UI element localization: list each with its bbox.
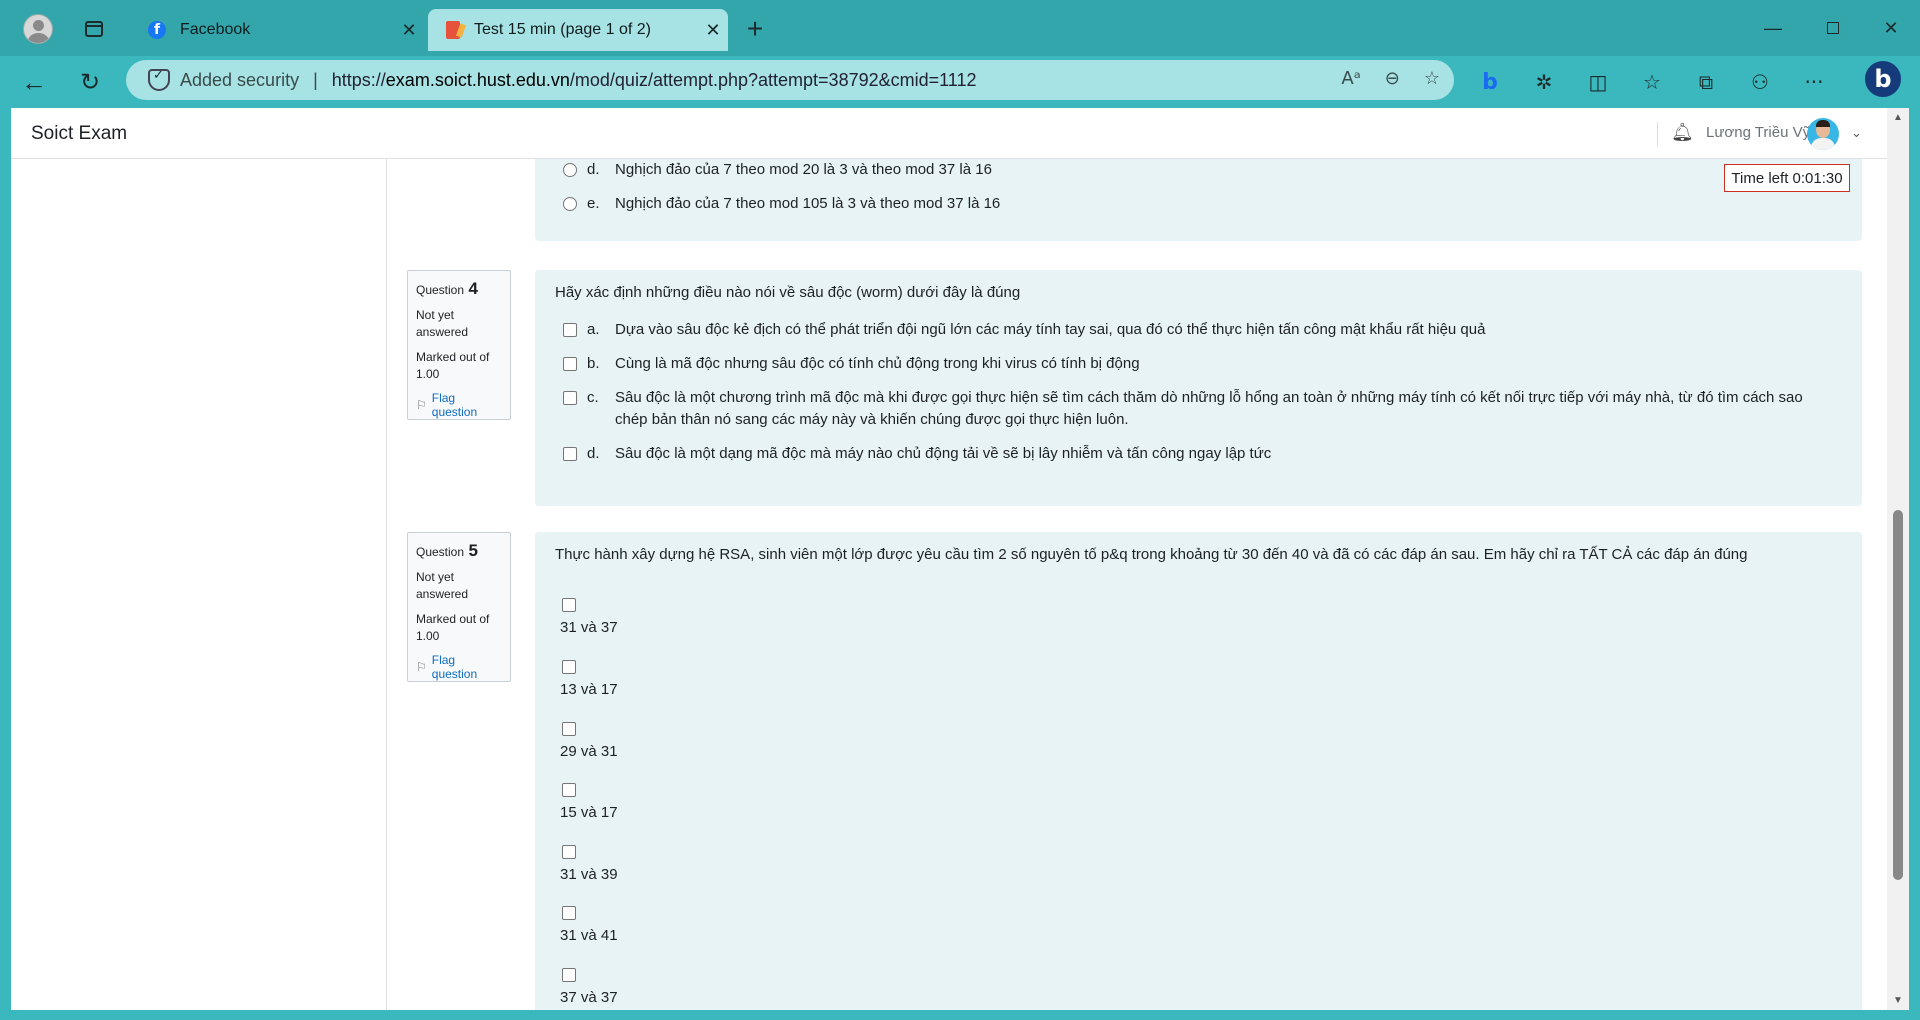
question-grade: Marked out of 1.00	[416, 612, 490, 643]
maximize-button[interactable]	[1810, 8, 1856, 48]
flag-question-link[interactable]: ⚐ Flag question	[416, 653, 502, 681]
maximize-icon	[1827, 22, 1839, 34]
address-bar[interactable]: Added security | https://exam.soict.hust…	[126, 60, 1454, 100]
shield-icon	[148, 68, 170, 91]
bell-icon[interactable]: 🔔︎	[1671, 122, 1694, 143]
question-4-info: Question 4 Not yet answered Marked out o…	[407, 270, 511, 420]
answer-option-e[interactable]: e. Nghịch đảo của 7 theo mod 105 là 3 và…	[563, 193, 1835, 215]
checkbox[interactable]	[563, 447, 577, 461]
security-label: Added security	[180, 69, 300, 90]
chevron-down-icon[interactable]: ⌄	[1851, 125, 1862, 141]
close-window-button[interactable]: ✕	[1868, 8, 1914, 48]
question-state: Not yet answered	[416, 308, 469, 339]
quiz-icon	[446, 21, 460, 39]
question-grade: Marked out of 1.00	[416, 350, 490, 381]
answer-option[interactable]: 31 và 37	[560, 598, 618, 636]
question-4-content: Hãy xác định những điều nào nói về sâu đ…	[535, 270, 1862, 506]
copilot-button[interactable]: b	[1862, 58, 1904, 100]
checkbox[interactable]	[562, 906, 576, 920]
divider	[1657, 122, 1658, 146]
checkbox[interactable]	[563, 357, 577, 371]
add-favorite-icon[interactable]: ☆	[1424, 68, 1440, 89]
radio-button[interactable]	[563, 197, 577, 211]
tab-title: Test 15 min (page 1 of 2)	[474, 21, 651, 38]
workspaces-icon[interactable]: ⚇	[1740, 64, 1780, 100]
split-screen-icon[interactable]: ◫	[1578, 64, 1618, 100]
flag-question-link[interactable]: ⚐ Flag question	[416, 391, 502, 419]
page-viewport: Soict Exam 🔔︎ Lương Triều Vỹ ⌄ Time left…	[11, 108, 1909, 1010]
question-5-content: Thực hành xây dựng hệ RSA, sinh viên một…	[535, 532, 1862, 1010]
checkbox[interactable]	[563, 323, 577, 337]
collections-icon[interactable]: ⧉	[1686, 64, 1726, 100]
checkbox[interactable]	[563, 391, 577, 405]
tab-actions-icon	[85, 21, 103, 37]
user-name[interactable]: Lương Triều Vỹ	[1706, 124, 1810, 141]
zoom-out-icon[interactable]: ⊖	[1385, 68, 1400, 89]
url-text[interactable]: https://exam.soict.hust.edu.vn/mod/quiz/…	[332, 70, 977, 91]
answer-option-d[interactable]: d. Sâu độc là một dạng mã độc mà máy nào…	[563, 443, 1835, 465]
profile-button[interactable]	[18, 12, 58, 46]
time-left-badge: Time left 0:01:30	[1724, 164, 1850, 192]
avatar[interactable]	[1807, 118, 1839, 150]
tab-quiz[interactable]: Test 15 min (page 1 of 2) ✕	[428, 9, 728, 51]
question-5-info: Question 5 Not yet answered Marked out o…	[407, 532, 511, 682]
flag-icon: ⚐	[416, 660, 427, 674]
facebook-icon: f	[148, 21, 166, 39]
minimize-button[interactable]: —	[1750, 8, 1796, 48]
checkbox[interactable]	[562, 598, 576, 612]
answer-option[interactable]: 29 và 31	[560, 722, 618, 760]
close-tab-icon[interactable]: ✕	[394, 20, 424, 41]
reload-button[interactable]: ↻	[72, 64, 108, 100]
answer-option[interactable]: 13 và 17	[560, 660, 618, 698]
divider: |	[313, 69, 318, 90]
checkbox[interactable]	[562, 845, 576, 859]
browser-toolbar: ← ↻ Added security | https://exam.soict.…	[0, 56, 1920, 108]
answer-option-c[interactable]: c. Sâu độc là một chương trình mã độc mà…	[563, 387, 1835, 431]
favorites-icon[interactable]: ☆	[1632, 64, 1672, 100]
answer-option[interactable]: 15 và 17	[560, 783, 618, 821]
checkbox[interactable]	[562, 968, 576, 982]
answer-option-d[interactable]: d. Nghịch đảo của 7 theo mod 20 là 3 và …	[563, 159, 1835, 181]
more-icon[interactable]: ···	[1794, 64, 1834, 100]
scrollbar-thumb[interactable]	[1893, 510, 1903, 880]
answer-option[interactable]: 31 và 41	[560, 906, 618, 944]
new-tab-button[interactable]: +	[740, 12, 770, 46]
answer-option-b[interactable]: b. Cùng là mã độc nhưng sâu độc có tính …	[563, 353, 1835, 375]
site-navbar: Soict Exam 🔔︎ Lương Triều Vỹ ⌄	[11, 108, 1887, 159]
question-state: Not yet answered	[416, 570, 469, 601]
checkbox[interactable]	[562, 722, 576, 736]
question-number: 5	[468, 541, 478, 560]
extensions-icon[interactable]: ✲	[1524, 64, 1564, 100]
question-text: Hãy xác định những điều nào nói về sâu đ…	[555, 284, 1021, 301]
sidebar-divider	[386, 159, 387, 1010]
question-text: Thực hành xây dựng hệ RSA, sinh viên một…	[555, 546, 1748, 563]
radio-button[interactable]	[563, 163, 577, 177]
checkbox[interactable]	[562, 660, 576, 674]
tab-facebook[interactable]: f Facebook ✕	[134, 10, 424, 50]
browser-tab-bar: f Facebook ✕ Test 15 min (page 1 of 2) ✕…	[0, 0, 1920, 56]
read-aloud-icon[interactable]: Aᵃ	[1341, 68, 1360, 89]
flag-icon: ⚐	[416, 398, 427, 412]
page-scrollbar[interactable]: ▲ ▼	[1887, 108, 1909, 1010]
answer-option-a[interactable]: a. Dựa vào sâu độc kẻ địch có thể phát t…	[563, 319, 1835, 341]
tab-title: Facebook	[180, 21, 251, 38]
tab-actions-button[interactable]	[78, 14, 110, 44]
bing-icon[interactable]: b	[1470, 64, 1510, 100]
back-button[interactable]: ←	[16, 64, 52, 100]
close-tab-icon[interactable]: ✕	[698, 20, 728, 41]
profile-icon	[23, 14, 53, 44]
scroll-down-arrow-icon[interactable]: ▼	[1893, 995, 1903, 1006]
question-number: 4	[468, 279, 478, 298]
answer-option[interactable]: 37 và 37	[560, 968, 618, 1006]
answer-option[interactable]: 31 và 39	[560, 845, 618, 883]
site-brand[interactable]: Soict Exam	[31, 123, 127, 145]
scroll-up-arrow-icon[interactable]: ▲	[1893, 112, 1903, 123]
checkbox[interactable]	[562, 783, 576, 797]
